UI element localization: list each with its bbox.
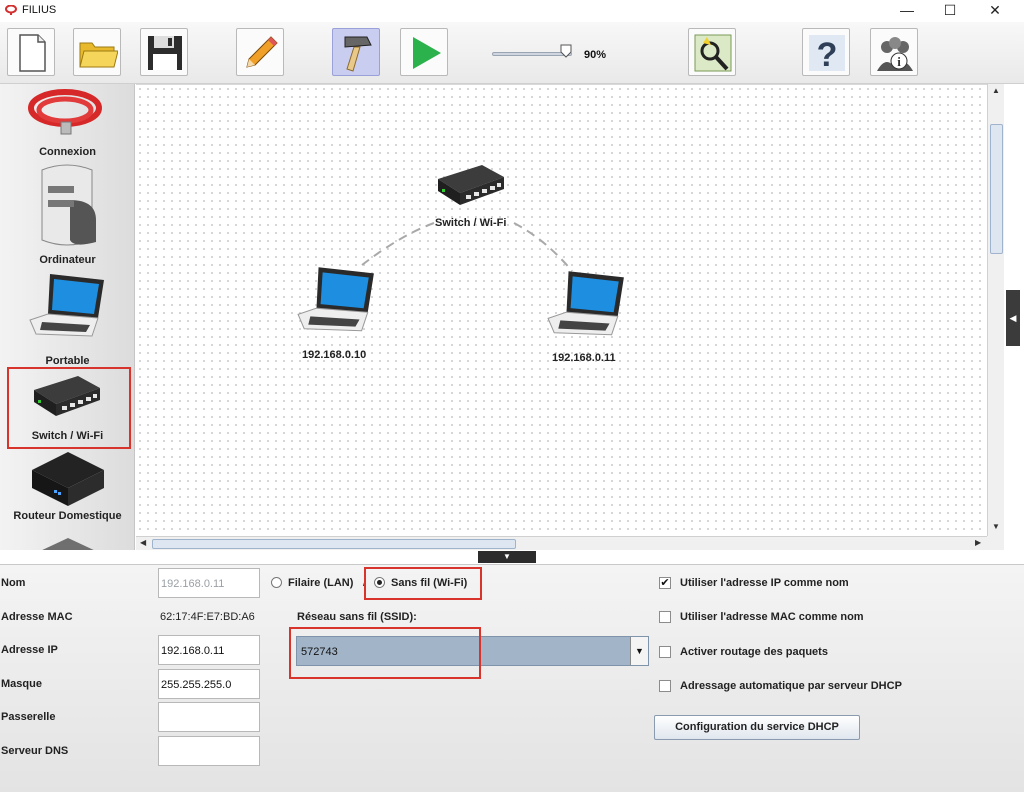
scroll-corner xyxy=(987,536,1004,550)
name-field[interactable]: 192.168.0.11 xyxy=(158,568,260,598)
option-ip-as-name-checkbox[interactable]: ✔ xyxy=(659,577,671,589)
canvas-label-laptop-11: 192.168.0.11 xyxy=(552,352,616,364)
simulation-mode-button[interactable] xyxy=(400,28,448,76)
window-title: FILIUS xyxy=(22,4,57,16)
chevron-down-icon[interactable]: ▼ xyxy=(630,637,648,665)
option-routing-checkbox[interactable] xyxy=(659,646,671,658)
mask-label: Masque xyxy=(1,678,42,690)
vertical-scrollbar[interactable]: ▲ ▼ xyxy=(987,84,1004,536)
ip-label: Adresse IP xyxy=(1,644,58,656)
laptop-icon xyxy=(547,271,624,336)
side-panel-toggle[interactable]: ◀ xyxy=(1006,290,1020,346)
horizontal-scrollbar[interactable]: ◀ ▶ xyxy=(136,536,987,550)
wired-label: Filaire (LAN) xyxy=(288,577,354,589)
connection-line-11[interactable] xyxy=(513,222,573,272)
svg-text:?: ? xyxy=(817,36,838,73)
edit-button[interactable] xyxy=(236,28,284,76)
palette-item-portable[interactable]: Portable xyxy=(0,270,134,367)
run-play-icon xyxy=(413,37,441,69)
option-mac-as-name-checkbox[interactable] xyxy=(659,611,671,623)
close-button[interactable]: ✕ xyxy=(973,0,1017,22)
name-label: Nom xyxy=(1,577,26,589)
mask-field[interactable]: 255.255.255.0 xyxy=(158,669,260,699)
connection-line-10[interactable] xyxy=(361,222,435,266)
palette-label-connexion: Connexion xyxy=(39,146,96,158)
title-bar: FILIUS — ☐ ✕ xyxy=(0,0,1024,22)
component-palette: Connexion Ordinateur Portable Switch / W… xyxy=(0,84,135,550)
mac-label: Adresse MAC xyxy=(1,611,73,623)
about-button[interactable]: i xyxy=(870,28,918,76)
save-floppy-icon xyxy=(148,36,182,70)
save-button[interactable] xyxy=(140,28,188,76)
dhcp-config-button[interactable]: Configuration du service DHCP xyxy=(654,715,860,740)
new-file-button[interactable] xyxy=(7,28,55,76)
switch-icon xyxy=(438,165,504,205)
software-wizard-icon xyxy=(694,34,732,72)
about-team-icon: i xyxy=(877,37,913,71)
palette-label-routeur: Routeur Domestique xyxy=(13,510,122,522)
toolbar: 90% ? i xyxy=(0,22,1024,84)
canvas-node-laptop-10[interactable] xyxy=(296,263,378,341)
zoom-level: 90% xyxy=(584,49,607,61)
wireless-highlight xyxy=(364,567,482,600)
palette-item-ordinateur[interactable]: Ordinateur xyxy=(0,160,134,270)
palette-item-connexion[interactable]: Connexion xyxy=(0,86,134,158)
ip-field[interactable]: 192.168.0.11 xyxy=(158,635,260,665)
gateway-field[interactable] xyxy=(158,702,260,732)
properties-panel xyxy=(0,564,1024,792)
vertical-scroll-thumb[interactable] xyxy=(990,124,1003,254)
ssid-highlight xyxy=(289,627,481,679)
design-mode-button[interactable] xyxy=(332,28,380,76)
option-dhcp-checkbox[interactable] xyxy=(659,680,671,692)
scroll-up-icon[interactable]: ▲ xyxy=(992,86,1000,95)
canvas-node-laptop-11[interactable] xyxy=(546,267,628,345)
option-routing-label: Activer routage des paquets xyxy=(680,646,828,658)
laptop-icon xyxy=(297,267,374,332)
open-folder-icon xyxy=(79,42,118,68)
option-mac-as-name-label: Utiliser l'adresse MAC comme nom xyxy=(680,611,864,623)
canvas-label-switch: Switch / Wi-Fi xyxy=(435,217,507,229)
scroll-left-icon[interactable]: ◀ xyxy=(140,538,146,547)
option-ip-as-name-label: Utiliser l'adresse IP comme nom xyxy=(680,577,849,589)
palette-item-routeur[interactable]: Routeur Domestique xyxy=(0,446,134,526)
edit-pencil-icon xyxy=(246,36,278,68)
ssid-label: Réseau sans fil (SSID): xyxy=(297,611,417,623)
minimize-button[interactable]: — xyxy=(885,0,929,22)
palette-switch-highlight xyxy=(7,367,131,449)
home-router-icon xyxy=(32,452,104,506)
network-canvas[interactable]: Switch / Wi-Fi 192.168.0.10 192.168.0.11 xyxy=(136,84,987,536)
laptop-icon xyxy=(29,274,104,337)
canvas-label-laptop-10: 192.168.0.10 xyxy=(302,349,367,361)
wired-radio[interactable] xyxy=(271,577,282,588)
mac-value: 62:17:4F:E7:BD:A6 xyxy=(160,611,255,623)
computer-tower-icon xyxy=(41,164,96,246)
dns-field[interactable] xyxy=(158,736,260,766)
help-icon: ? xyxy=(809,35,845,73)
palette-label-ordinateur: Ordinateur xyxy=(39,254,96,266)
option-dhcp-label: Adressage automatique par serveur DHCP xyxy=(680,680,902,692)
canvas-node-switch[interactable] xyxy=(434,159,508,219)
filius-logo-icon xyxy=(5,5,17,15)
dns-label: Serveur DNS xyxy=(1,745,69,757)
maximize-button[interactable]: ☐ xyxy=(928,0,972,22)
open-button[interactable] xyxy=(73,28,121,76)
design-hammer-icon xyxy=(344,36,372,72)
new-file-icon xyxy=(19,34,46,72)
zoom-slider-thumb[interactable] xyxy=(560,44,572,58)
help-button[interactable]: ? xyxy=(802,28,850,76)
cable-icon xyxy=(28,89,102,135)
horizontal-scroll-thumb[interactable] xyxy=(152,539,516,549)
palette-item-partial xyxy=(36,536,100,550)
gateway-label: Passerelle xyxy=(1,711,56,723)
software-wizard-button[interactable] xyxy=(688,28,736,76)
scroll-down-icon[interactable]: ▼ xyxy=(992,522,1000,531)
partial-device-icon xyxy=(42,538,94,550)
svg-text:i: i xyxy=(897,54,901,69)
collapse-panel-toggle[interactable]: ▼ xyxy=(478,551,536,563)
scroll-right-icon[interactable]: ▶ xyxy=(975,538,981,547)
